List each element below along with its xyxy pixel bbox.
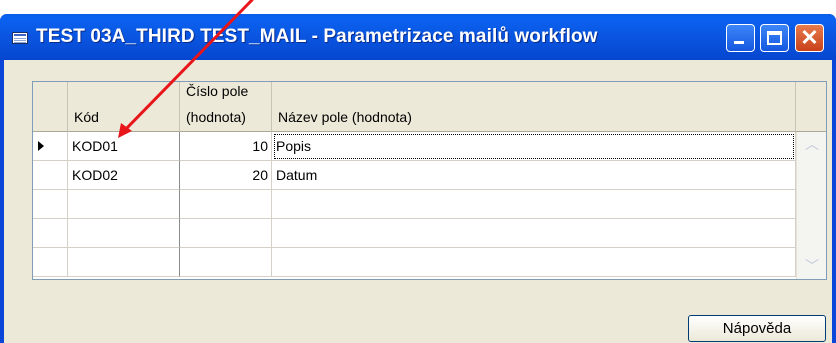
row-selector[interactable]	[33, 219, 68, 248]
field-name-cell[interactable]: Popis	[272, 132, 796, 161]
form-icon	[12, 32, 28, 44]
row-selector[interactable]	[33, 248, 68, 277]
column-header-code[interactable]: Kód	[68, 82, 180, 132]
field-name-cell[interactable]	[272, 190, 796, 219]
code-cell[interactable]: KOD01	[68, 132, 180, 161]
parameters-grid: Kód Číslo pole (hodnota) Název pole (hod…	[32, 81, 827, 280]
table-row[interactable]	[33, 248, 826, 277]
minimize-button[interactable]	[726, 24, 755, 52]
field-number-cell[interactable]	[180, 190, 272, 219]
maximize-button[interactable]	[760, 24, 789, 52]
window-title: TEST 03A_THIRD TEST_MAIL - Parametrizace…	[36, 26, 598, 47]
field-number-cell[interactable]	[180, 219, 272, 248]
column-header-field-number-line1: Číslo pole	[186, 83, 249, 99]
table-row[interactable]	[33, 190, 826, 219]
code-cell[interactable]: KOD02	[68, 161, 180, 190]
field-name-cell[interactable]	[272, 219, 796, 248]
scroll-up-icon[interactable]: ︿	[802, 134, 822, 154]
row-selector[interactable]	[33, 190, 68, 219]
column-header-field-number[interactable]: Číslo pole (hodnota)	[180, 82, 272, 132]
column-header-code-label: Kód	[74, 109, 99, 125]
row-selector-header	[33, 82, 68, 132]
field-number-cell[interactable]	[180, 248, 272, 277]
scrollbar-header	[796, 82, 826, 132]
field-number-cell[interactable]: 20	[180, 161, 272, 190]
code-cell[interactable]	[68, 248, 180, 277]
code-cell[interactable]	[68, 190, 180, 219]
minimize-icon	[734, 41, 744, 44]
column-header-field-number-line2: (hodnota)	[186, 109, 246, 125]
row-selector[interactable]	[33, 132, 68, 161]
table-row[interactable]: KOD02 20 Datum	[33, 161, 826, 190]
scroll-down-icon[interactable]: ﹀	[802, 256, 822, 276]
column-header-field-name-label: Název pole (hodnota)	[278, 109, 412, 125]
row-selector[interactable]	[33, 161, 68, 190]
close-button[interactable]: ✕	[795, 24, 824, 52]
close-icon: ✕	[800, 25, 819, 50]
vertical-scrollbar[interactable]: ︿ ﹀	[796, 132, 826, 279]
field-name-cell[interactable]: Datum	[272, 161, 796, 190]
table-row[interactable]: KOD01 10 Popis	[33, 132, 826, 161]
table-row[interactable]	[33, 219, 826, 248]
maximize-icon	[767, 31, 782, 45]
code-cell[interactable]	[68, 219, 180, 248]
window-client-area: Kód Číslo pole (hodnota) Název pole (hod…	[4, 60, 832, 343]
title-bar[interactable]: TEST 03A_THIRD TEST_MAIL - Parametrizace…	[0, 14, 836, 60]
help-button[interactable]: Nápověda	[688, 315, 826, 342]
current-row-arrow-icon	[38, 141, 44, 151]
field-name-cell[interactable]	[272, 248, 796, 277]
field-number-cell[interactable]: 10	[180, 132, 272, 161]
column-header-field-name[interactable]: Název pole (hodnota)	[272, 82, 796, 132]
application-window: TEST 03A_THIRD TEST_MAIL - Parametrizace…	[0, 14, 836, 343]
